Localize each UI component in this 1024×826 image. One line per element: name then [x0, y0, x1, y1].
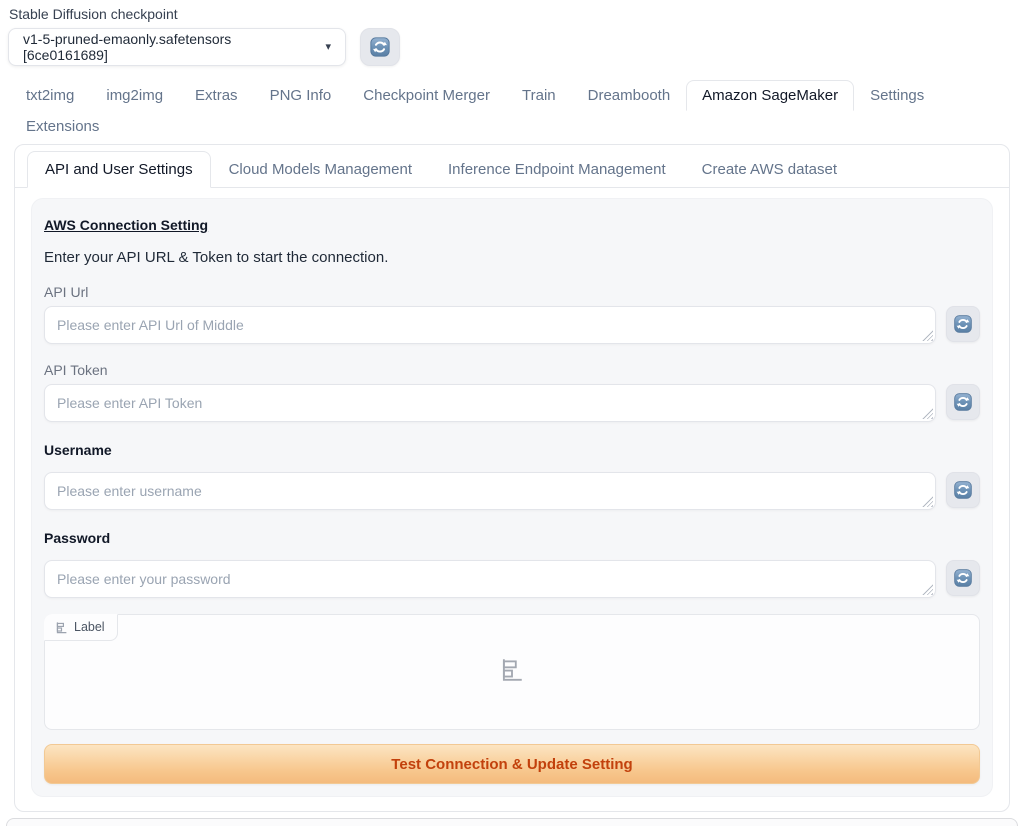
tab-checkpoint-merger[interactable]: Checkpoint Merger: [347, 80, 506, 111]
api-url-input[interactable]: [44, 306, 936, 344]
caret-down-icon: ▾: [325, 42, 331, 53]
webui-root: Stable Diffusion checkpoint v1-5-pruned-…: [0, 0, 1024, 812]
tab-extras[interactable]: Extras: [179, 80, 254, 111]
subtab-api-user-settings[interactable]: API and User Settings: [27, 151, 211, 188]
checkpoint-label: Stable Diffusion checkpoint: [9, 6, 1016, 22]
api-token-refresh-button[interactable]: [946, 384, 980, 420]
test-connection-button[interactable]: Test Connection & Update Setting: [44, 744, 980, 784]
api-token-row: [44, 384, 980, 422]
username-row: [44, 472, 980, 510]
sagemaker-sub-tab-bar: API and User Settings Cloud Models Manag…: [15, 145, 1009, 188]
refresh-icon: [369, 36, 391, 58]
checkpoint-row: v1-5-pruned-emaonly.safetensors [6ce0161…: [8, 28, 1016, 66]
password-input-wrap: [44, 560, 936, 598]
bar-chart-icon: [499, 657, 525, 683]
api-token-input[interactable]: [44, 384, 936, 422]
refresh-icon: [953, 568, 973, 588]
label-component-header: Label: [44, 614, 118, 641]
aws-connection-panel: AWS Connection Setting Enter your API UR…: [31, 198, 993, 797]
api-url-refresh-button[interactable]: [946, 306, 980, 342]
password-label: Password: [44, 530, 980, 546]
tab-png-info[interactable]: PNG Info: [254, 80, 348, 111]
label-component-title: Label: [74, 620, 105, 634]
api-token-input-wrap: [44, 384, 936, 422]
password-refresh-button[interactable]: [946, 560, 980, 596]
username-input-wrap: [44, 472, 936, 510]
refresh-icon: [953, 480, 973, 500]
api-token-label: API Token: [44, 362, 980, 378]
subtab-inference-endpoint-management[interactable]: Inference Endpoint Management: [430, 151, 684, 188]
tab-dreambooth[interactable]: Dreambooth: [572, 80, 687, 111]
panel-description: Enter your API URL & Token to start the …: [44, 249, 980, 266]
bar-chart-icon: [55, 621, 68, 634]
checkpoint-dropdown[interactable]: v1-5-pruned-emaonly.safetensors [6ce0161…: [8, 28, 346, 66]
tab-txt2img[interactable]: txt2img: [10, 80, 90, 111]
password-row: [44, 560, 980, 598]
username-refresh-button[interactable]: [946, 472, 980, 508]
api-url-label: API Url: [44, 284, 980, 300]
refresh-icon: [953, 314, 973, 334]
api-url-row: [44, 306, 980, 344]
tab-amazon-sagemaker[interactable]: Amazon SageMaker: [686, 80, 854, 111]
username-input[interactable]: [44, 472, 936, 510]
tab-img2img[interactable]: img2img: [90, 80, 179, 111]
refresh-icon: [953, 392, 973, 412]
main-tab-bar: txt2img img2img Extras PNG Info Checkpoi…: [8, 80, 1016, 142]
tab-settings[interactable]: Settings: [854, 80, 940, 111]
tab-extensions[interactable]: Extensions: [10, 111, 115, 142]
username-label: Username: [44, 442, 980, 458]
panel-heading: AWS Connection Setting: [44, 217, 980, 233]
checkpoint-dropdown-value: v1-5-pruned-emaonly.safetensors [6ce0161…: [23, 31, 315, 63]
sagemaker-panel: API and User Settings Cloud Models Manag…: [14, 144, 1010, 812]
subtab-cloud-models-management[interactable]: Cloud Models Management: [211, 151, 430, 188]
tab-train[interactable]: Train: [506, 80, 572, 111]
next-section-edge: [6, 818, 1018, 826]
checkpoint-refresh-button[interactable]: [360, 28, 400, 66]
connection-status-label-component: Label: [44, 614, 980, 730]
subtab-create-aws-dataset[interactable]: Create AWS dataset: [684, 151, 855, 188]
label-component-empty-state: [499, 657, 525, 688]
api-url-input-wrap: [44, 306, 936, 344]
password-input[interactable]: [44, 560, 936, 598]
